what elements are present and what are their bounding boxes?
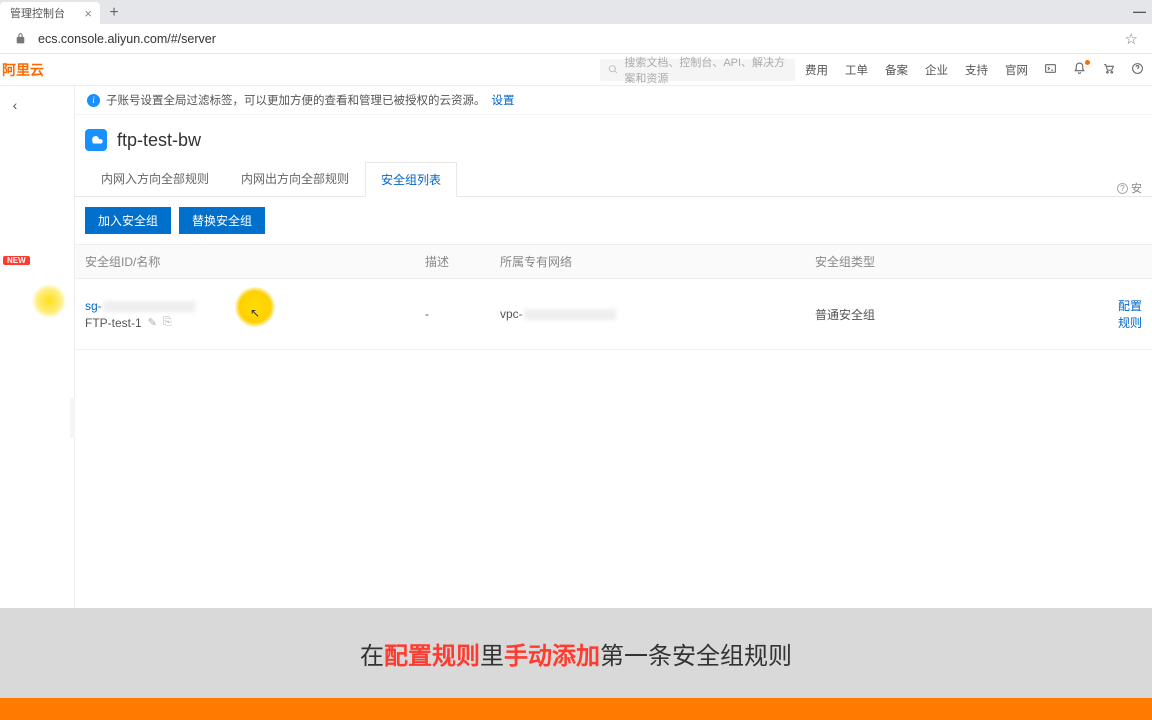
info-settings-link[interactable]: 设置 [492, 92, 515, 108]
vpc-prefix[interactable]: vpc- [500, 307, 523, 321]
search-icon [608, 63, 618, 76]
url-bar: ecs.console.aliyun.com/#/server ☆ [0, 24, 1152, 54]
window-minimize[interactable]: — [1133, 4, 1146, 19]
help-circle-icon: ? [1117, 183, 1128, 194]
search-placeholder: 搜索文档、控制台、API、解决方案和资源 [624, 54, 787, 86]
th-type: 安全组类型 [815, 253, 1115, 270]
info-text: 子账号设置全局过滤标签，可以更加方便的查看和管理已被授权的云资源。 [106, 92, 486, 108]
redacted-vpc-id [524, 309, 616, 320]
cap-p2: 里 [480, 643, 504, 670]
th-action [1115, 253, 1142, 270]
sidebar-back-button[interactable]: ‹ [4, 94, 26, 116]
table-header: 安全组ID/名称 描述 所属专有网络 安全组类型 [75, 244, 1152, 279]
notification-dot [1085, 60, 1090, 65]
top-link-fee[interactable]: 费用 [805, 62, 828, 78]
configure-rules-link[interactable]: 配置规则 [1118, 299, 1142, 330]
lock-icon [10, 32, 30, 45]
cursor-highlight [32, 284, 66, 318]
notification-icon[interactable] [1073, 62, 1086, 78]
tab-inbound[interactable]: 内网入方向全部规则 [85, 161, 225, 196]
search-box[interactable]: 搜索文档、控制台、API、解决方案和资源 [600, 59, 795, 81]
row-type: 普通安全组 [815, 306, 1115, 323]
cap-p1: 在 [360, 643, 384, 670]
cloudshell-icon[interactable] [1044, 62, 1057, 78]
tab-title: 管理控制台 [10, 5, 65, 21]
close-icon[interactable]: × [84, 6, 92, 21]
sg-name: FTP-test-1 [85, 316, 142, 330]
info-icon: i [87, 94, 100, 107]
top-nav-links: 费用 工单 备案 企业 支持 官网 [805, 62, 1028, 78]
video-caption: 在配置规则里手动添加第一条安全组规则 [0, 608, 1152, 698]
join-sg-button[interactable]: 加入安全组 [85, 207, 171, 234]
browser-tab-bar: 管理控制台 × + — [0, 0, 1152, 24]
cap-r1: 配置规则 [384, 643, 480, 670]
page-header: ftp-test-bw [75, 115, 1152, 161]
edit-icon[interactable]: ✎ [148, 316, 157, 329]
button-row: 加入安全组 替换安全组 [75, 197, 1152, 244]
table-row: sg- FTP-test-1 ✎ ⎘ - vpc- 普通安全组 配置规则 ↖ [75, 279, 1152, 350]
help-icon[interactable] [1131, 62, 1144, 78]
redacted-sg-id [103, 301, 195, 312]
new-badge: NEW [3, 256, 30, 265]
url-text[interactable]: ecs.console.aliyun.com/#/server [38, 32, 1142, 46]
top-link-enterprise[interactable]: 企业 [925, 62, 948, 78]
cap-p3: 第一条安全组规则 [600, 643, 792, 670]
sg-id-link[interactable]: sg- [85, 299, 102, 313]
new-tab-button[interactable]: + [100, 2, 128, 24]
top-link-beian[interactable]: 备案 [885, 62, 908, 78]
th-desc: 描述 [425, 253, 500, 270]
replace-sg-button[interactable]: 替换安全组 [179, 207, 265, 234]
browser-tab[interactable]: 管理控制台 × [0, 2, 100, 24]
top-link-site[interactable]: 官网 [1005, 62, 1028, 78]
orange-footer-strip [0, 698, 1152, 720]
page-title: ftp-test-bw [117, 130, 201, 151]
cart-icon[interactable] [1102, 62, 1115, 78]
row-desc: - [425, 307, 500, 321]
tab-help[interactable]: ? 安 [1117, 180, 1142, 196]
aliyun-logo[interactable]: 阿里云 [0, 60, 44, 80]
info-bar: i 子账号设置全局过滤标签，可以更加方便的查看和管理已被授权的云资源。 设置 [75, 86, 1152, 115]
top-link-ticket[interactable]: 工单 [845, 62, 868, 78]
bookmark-icon[interactable]: ☆ [1125, 30, 1138, 48]
instance-icon [85, 129, 107, 151]
tabs: 内网入方向全部规则 内网出方向全部规则 安全组列表 ? 安 [75, 161, 1152, 197]
cap-r2: 手动添加 [504, 643, 600, 670]
copy-icon[interactable]: ⎘ [163, 316, 172, 329]
tab-outbound[interactable]: 内网出方向全部规则 [225, 161, 365, 196]
th-id-name: 安全组ID/名称 [85, 253, 425, 270]
top-link-support[interactable]: 支持 [965, 62, 988, 78]
aliyun-top-bar: 阿里云 搜索文档、控制台、API、解决方案和资源 费用 工单 备案 企业 支持 … [0, 54, 1152, 86]
tab-sg-list[interactable]: 安全组列表 [365, 162, 457, 197]
th-vpc: 所属专有网络 [500, 253, 815, 270]
